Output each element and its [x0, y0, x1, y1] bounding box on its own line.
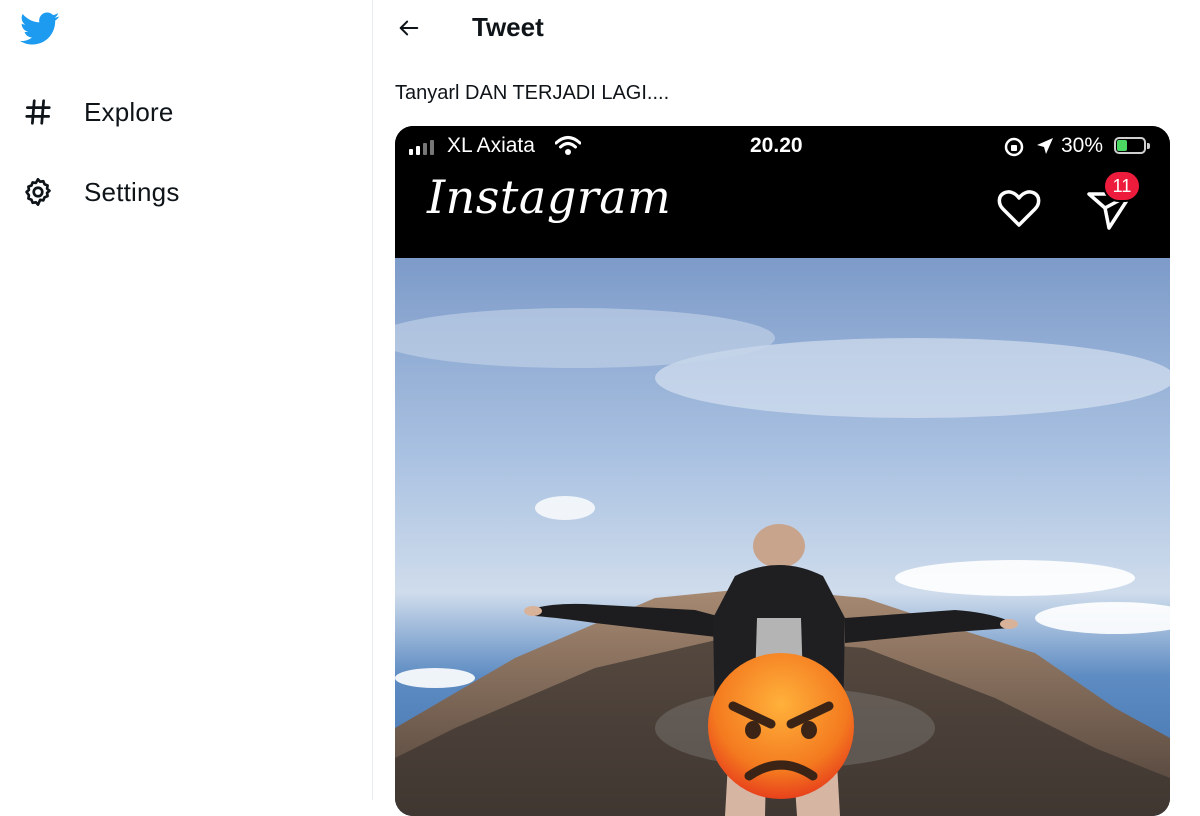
location-arrow-icon: [1037, 138, 1053, 154]
status-time: 20.20: [750, 134, 803, 157]
notification-badge: 11: [1103, 170, 1141, 202]
heart-icon: [997, 190, 1041, 227]
back-button[interactable]: [391, 10, 427, 46]
mountain-photo: [395, 258, 1170, 816]
hashtag-icon: [20, 94, 56, 130]
left-sidebar: Explore Settings: [0, 0, 372, 800]
instagram-logo: Instagram: [427, 170, 672, 224]
arrow-left-icon: [399, 20, 419, 36]
sidebar-item-settings[interactable]: Settings: [20, 170, 180, 214]
instagram-screenshot-header: XL Axiata 20.20 30% Instagram 11: [395, 126, 1170, 258]
sidebar-item-explore[interactable]: Explore: [20, 90, 174, 134]
wifi-icon: [555, 136, 581, 155]
gear-icon: [20, 174, 56, 210]
main-column: Tweet Tanyarl DAN TERJADI LAGI.... XL Ax…: [373, 0, 1200, 816]
tweet-text: Tanyarl DAN TERJADI LAGI....: [395, 82, 670, 104]
page-title: Tweet: [472, 12, 544, 42]
battery-icon: [1114, 137, 1150, 154]
orientation-lock-icon: [1004, 137, 1024, 157]
sidebar-item-label: Explore: [84, 96, 174, 127]
carrier-name: XL Axiata: [447, 134, 535, 157]
angry-emoji-icon: [708, 653, 854, 799]
battery-percentage: 30%: [1061, 134, 1104, 157]
signal-icon: [409, 139, 434, 155]
sidebar-item-label: Settings: [84, 176, 180, 207]
phone-status-bar: XL Axiata 20.20 30%: [395, 126, 1170, 166]
tweet-media-image[interactable]: XL Axiata 20.20 30% Instagram 11: [395, 126, 1170, 816]
tweet-header: Tweet: [373, 0, 1200, 58]
twitter-bird-icon[interactable]: [20, 12, 60, 48]
